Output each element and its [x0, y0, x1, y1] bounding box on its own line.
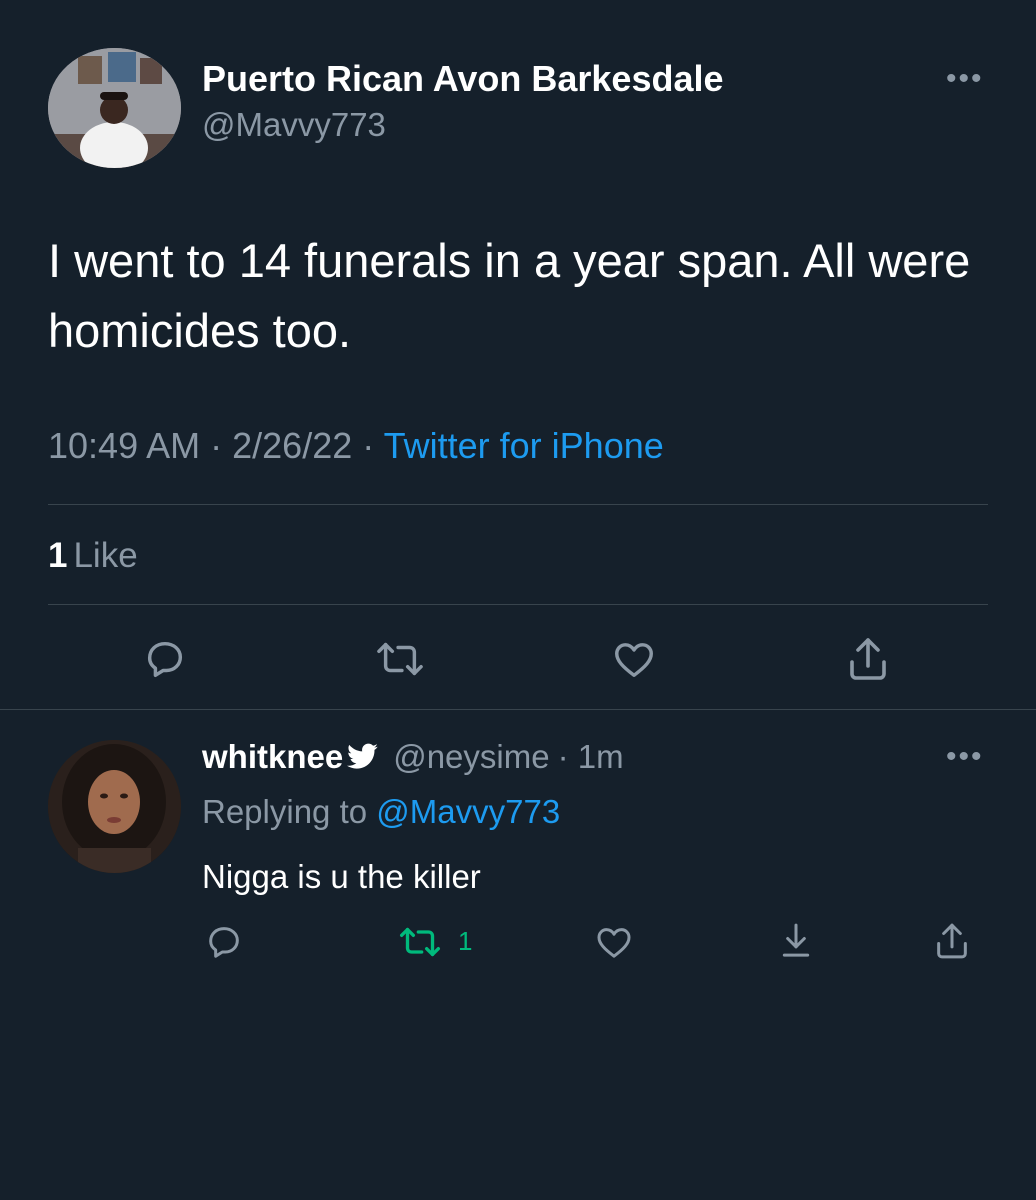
replying-to-label: Replying to — [202, 793, 368, 830]
retweet-icon[interactable] — [372, 634, 428, 684]
reply-avatar-photo — [48, 740, 181, 873]
tweet-metadata: 10:49 AM · 2/26/22 · Twitter for iPhone — [48, 425, 664, 467]
reply-more-options-icon[interactable]: ••• — [946, 742, 984, 772]
reply-like-icon[interactable] — [592, 920, 636, 964]
reply-display-name[interactable]: whitknee — [202, 738, 343, 776]
reply-icon[interactable] — [140, 634, 190, 684]
avatar-photo — [48, 48, 181, 168]
more-options-icon[interactable]: ••• — [946, 64, 984, 94]
reply-retweet-count: 1 — [458, 926, 473, 956]
reply-header: whitknee @neysime · 1m — [202, 738, 624, 776]
reply-text: Nigga is u the killer — [202, 858, 481, 895]
reply-retweet-icon[interactable] — [396, 920, 444, 964]
separator: · — [362, 425, 375, 466]
author-handle[interactable]: @Mavvy773 — [202, 106, 386, 144]
tweet-text: I went to 14 funerals in a year span. Al… — [48, 234, 971, 357]
likes-label: Like — [73, 536, 138, 575]
download-icon[interactable] — [774, 918, 818, 964]
replying-to-handle[interactable]: @Mavvy773 — [376, 793, 560, 830]
divider — [48, 504, 988, 505]
divider — [0, 709, 1036, 710]
replying-to: Replying to @Mavvy773 — [202, 793, 560, 831]
twitter-bird-icon — [347, 743, 379, 771]
avatar[interactable] — [48, 48, 181, 168]
tweet-time: 10:49 AM — [48, 425, 201, 466]
tweet-date[interactable]: 2/26/22 — [232, 425, 352, 466]
share-icon[interactable] — [842, 632, 894, 686]
reply-handle[interactable]: @neysime — [393, 738, 549, 776]
reply-time: · 1m — [557, 738, 624, 775]
likes-stat[interactable]: 1 Like — [48, 536, 138, 576]
separator: · — [210, 425, 223, 466]
like-icon[interactable] — [608, 634, 660, 684]
reply-share-icon[interactable] — [930, 918, 974, 964]
reply-reply-icon[interactable] — [202, 920, 246, 964]
tweet-source[interactable]: Twitter for iPhone — [384, 425, 664, 466]
reply-avatar[interactable] — [48, 740, 181, 873]
author-display-name[interactable]: Puerto Rican Avon Barkesdale — [202, 58, 724, 100]
divider — [48, 604, 988, 605]
likes-count: 1 — [48, 536, 68, 575]
